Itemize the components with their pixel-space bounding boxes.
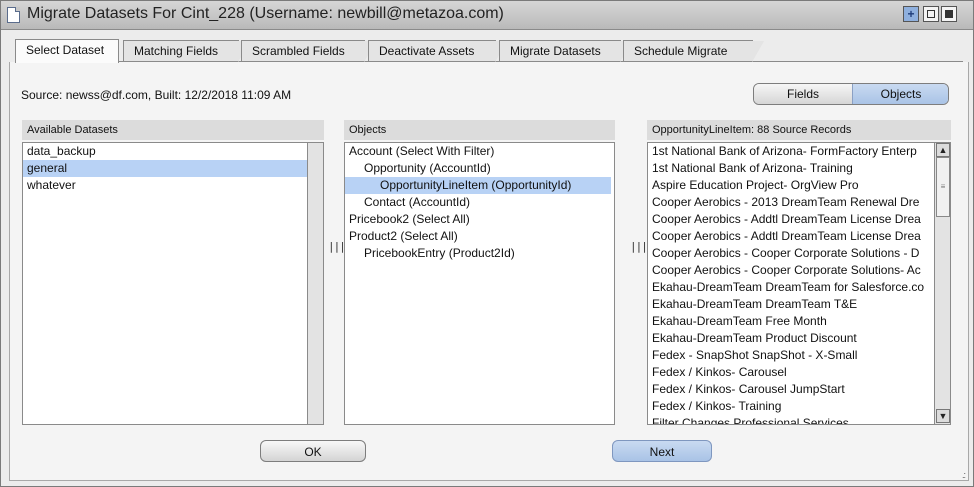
- tab-label: Deactivate Assets: [379, 44, 475, 58]
- list-item[interactable]: Opportunity (AccountId): [345, 160, 614, 177]
- add-window-icon[interactable]: +: [903, 6, 919, 22]
- tab-label: Matching Fields: [134, 44, 219, 58]
- tab-label: Select Dataset: [26, 43, 105, 57]
- migrate-datasets-window: Migrate Datasets For Cint_228 (Username:…: [0, 0, 974, 487]
- tab-schedule-migrate[interactable]: Schedule Migrate: [623, 40, 764, 62]
- object-label: Opportunity (AccountId): [364, 161, 491, 175]
- list-item[interactable]: Fedex / Kinkos- Carousel: [648, 364, 934, 381]
- tab-migrate-datasets[interactable]: Migrate Datasets: [499, 40, 632, 62]
- objects-panel-header: Objects: [344, 120, 615, 140]
- list-item[interactable]: Ekahau-DreamTeam Free Month: [648, 313, 934, 330]
- object-label: PricebookEntry (Product2Id): [364, 246, 515, 260]
- records-scrollbar[interactable]: ▲ ≡ ▼: [934, 143, 950, 424]
- tab-deactivate-assets[interactable]: Deactivate Assets: [368, 40, 507, 62]
- source-info: Source: newss@df.com, Built: 12/2/2018 1…: [21, 88, 292, 102]
- scroll-down-icon[interactable]: ▼: [936, 409, 950, 423]
- objects-list[interactable]: Account (Select With Filter) Opportunity…: [344, 142, 615, 425]
- list-item[interactable]: PricebookEntry (Product2Id): [345, 245, 614, 262]
- tab-label: Scrambled Fields: [252, 44, 345, 58]
- datasets-panel-header: Available Datasets: [22, 120, 324, 140]
- maximize-window-icon[interactable]: [941, 6, 957, 22]
- view-toggle: Fields Objects: [753, 83, 949, 105]
- list-item[interactable]: Pricebook2 (Select All): [345, 211, 614, 228]
- list-item[interactable]: 1st National Bank of Arizona- Training: [648, 160, 934, 177]
- tab-label: Schedule Migrate: [634, 44, 728, 58]
- tab-label: Migrate Datasets: [510, 44, 601, 58]
- list-item[interactable]: Aspire Education Project- OrgView Pro: [648, 177, 934, 194]
- objects-toggle-button[interactable]: Objects: [852, 84, 948, 104]
- title-bar[interactable]: Migrate Datasets For Cint_228 (Username:…: [1, 1, 973, 30]
- object-label: Account (Select With Filter): [349, 144, 495, 158]
- restore-window-icon[interactable]: [923, 6, 939, 22]
- object-label: OpportunityLineItem (OpportunityId): [345, 177, 611, 194]
- fields-toggle-button[interactable]: Fields: [754, 84, 852, 104]
- list-item[interactable]: Cooper Aerobics - Cooper Corporate Solut…: [648, 262, 934, 279]
- scroll-thumb[interactable]: ≡: [936, 157, 950, 217]
- list-item[interactable]: Ekahau-DreamTeam Product Discount: [648, 330, 934, 347]
- list-item[interactable]: Fedex / Kinkos- Training: [648, 398, 934, 415]
- datasets-scrollbar[interactable]: [307, 143, 323, 424]
- list-item[interactable]: Fedex / Kinkos- Carousel JumpStart: [648, 381, 934, 398]
- splitter-grip-icon[interactable]: ||||: [630, 240, 654, 256]
- list-item[interactable]: Contact (AccountId): [345, 194, 614, 211]
- next-button[interactable]: Next: [612, 440, 712, 462]
- list-item[interactable]: Filter Changes Professional Services: [648, 415, 934, 424]
- tab-select-dataset[interactable]: Select Dataset: [15, 39, 119, 63]
- object-label: Contact (AccountId): [364, 195, 471, 209]
- list-item[interactable]: data_backup: [23, 143, 309, 160]
- splitter-grip-icon[interactable]: ||||: [328, 240, 352, 256]
- list-item-selected[interactable]: OpportunityLineItem (OpportunityId): [345, 177, 614, 194]
- resize-grip-icon[interactable]: .:: [962, 470, 966, 480]
- object-label: Product2 (Select All): [349, 229, 458, 243]
- datasets-list[interactable]: data_backup general whatever: [22, 142, 324, 425]
- tab-scrambled-fields[interactable]: Scrambled Fields: [241, 40, 376, 62]
- window-title: Migrate Datasets For Cint_228 (Username:…: [27, 5, 504, 22]
- list-item[interactable]: whatever: [23, 177, 309, 194]
- list-item[interactable]: Ekahau-DreamTeam DreamTeam T&E: [648, 296, 934, 313]
- records-list[interactable]: 1st National Bank of Arizona- FormFactor…: [647, 142, 951, 425]
- list-item[interactable]: Cooper Aerobics - Cooper Corporate Solut…: [648, 245, 934, 262]
- list-item-selected[interactable]: general: [23, 160, 309, 177]
- list-item[interactable]: Cooper Aerobics - 2013 DreamTeam Renewal…: [648, 194, 934, 211]
- tab-matching-fields[interactable]: Matching Fields: [123, 40, 250, 62]
- ok-button[interactable]: OK: [260, 440, 366, 462]
- document-icon: [7, 7, 20, 23]
- object-label: Pricebook2 (Select All): [349, 212, 470, 226]
- list-item[interactable]: Cooper Aerobics - Addtl DreamTeam Licens…: [648, 211, 934, 228]
- list-item[interactable]: Ekahau-DreamTeam DreamTeam for Salesforc…: [648, 279, 934, 296]
- list-item[interactable]: Fedex - SnapShot SnapShot - X-Small: [648, 347, 934, 364]
- records-panel-header: OpportunityLineItem: 88 Source Records: [647, 120, 951, 140]
- list-item[interactable]: 1st National Bank of Arizona- FormFactor…: [648, 143, 934, 160]
- list-item[interactable]: Cooper Aerobics - Addtl DreamTeam Licens…: [648, 228, 934, 245]
- scroll-up-icon[interactable]: ▲: [936, 143, 950, 157]
- list-item[interactable]: Account (Select With Filter): [345, 143, 614, 160]
- list-item[interactable]: Product2 (Select All): [345, 228, 614, 245]
